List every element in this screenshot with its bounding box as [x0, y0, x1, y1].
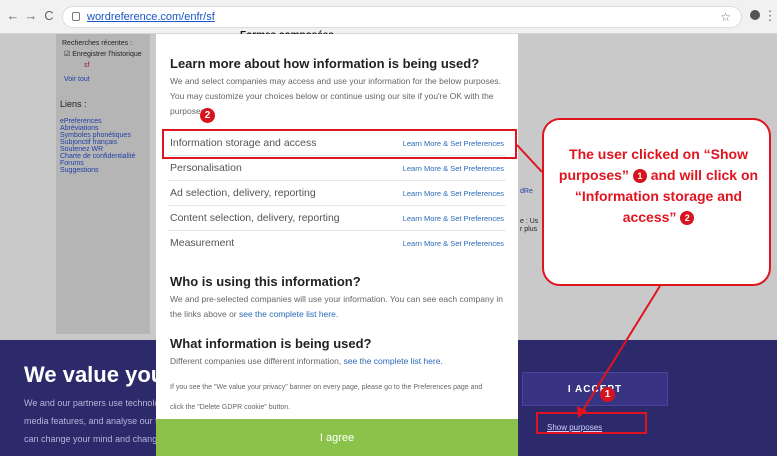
annotation-callout: The user clicked on “Show purposes” 1 an…	[542, 118, 771, 286]
callout-text: The user clicked on “Show purposes” 1 an…	[558, 146, 759, 225]
inline-badge-2: 2	[680, 211, 695, 225]
arrow-to-show-purposes	[581, 285, 661, 413]
inline-badge-1: 1	[632, 169, 647, 183]
arrow-to-callout	[516, 144, 543, 173]
